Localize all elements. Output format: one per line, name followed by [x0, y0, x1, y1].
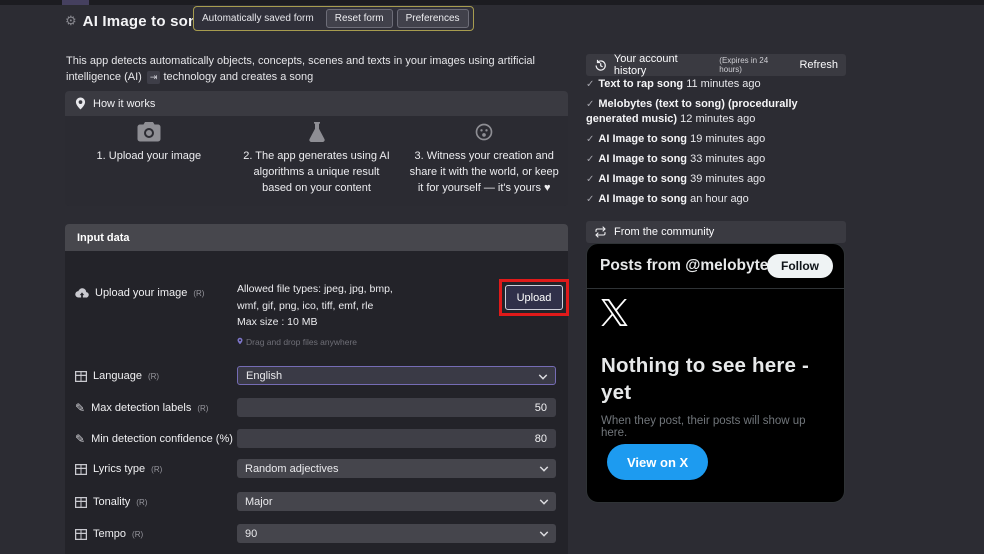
input-data-header: Input data — [65, 224, 568, 251]
check-icon: ✓ — [586, 194, 595, 205]
map-pin-icon — [75, 97, 86, 110]
pencil-icon: ✎ — [75, 401, 86, 415]
history-item[interactable]: ✓ AI Image to song 39 minutes ago — [586, 172, 848, 187]
upload-image-label: Upload your image (R) — [75, 287, 204, 299]
autosave-form-group: Automatically saved form Reset form Pref… — [193, 6, 474, 31]
grid-icon — [75, 496, 87, 508]
pencil-icon: ✎ — [75, 432, 86, 446]
step-share: 3. Witness your creation and share it wi… — [400, 116, 568, 206]
follow-button[interactable]: Follow — [767, 254, 833, 278]
astonished-face-icon — [408, 122, 560, 146]
allowed-file-types: Allowed file types: jpeg, jpg, bmp, wmf,… — [237, 281, 417, 331]
input-data-panel: Input data Upload your image (R) Allowed… — [65, 224, 569, 554]
tonality-select[interactable]: Major — [237, 492, 556, 511]
grid-icon — [75, 370, 87, 382]
ai-image-to-song-page: ⚙ AI Image to song Automatically saved f… — [0, 0, 984, 554]
history-item[interactable]: ✓ AI Image to song 33 minutes ago — [586, 152, 848, 167]
expires-note: (Expires in 24 hours) — [719, 56, 769, 74]
embed-empty-title: Nothing to see here - yet — [601, 354, 810, 404]
language-select[interactable]: English — [237, 366, 556, 385]
upload-button[interactable]: Upload — [505, 285, 563, 310]
drop-pin-icon — [237, 337, 243, 347]
chevron-down-icon — [539, 497, 549, 509]
input-data-body: Upload your image (R) Allowed file types… — [65, 251, 569, 554]
field-row-min-detection-confidence: ✎ Min detection confidence (%) (R) 80 — [65, 429, 568, 449]
field-row-language: Language (R) English — [65, 366, 568, 386]
account-history-list: ✓ Text to rap song 11 minutes ago ✓ Meloby… — [586, 77, 848, 212]
check-icon: ✓ — [586, 174, 595, 185]
history-icon — [595, 59, 606, 71]
x-logo-icon — [601, 299, 628, 326]
preferences-button[interactable]: Preferences — [396, 9, 469, 28]
grid-icon — [75, 463, 87, 475]
tempo-select[interactable]: 90 — [237, 524, 556, 543]
embed-empty-subtitle: When they post, their posts will show up… — [601, 415, 806, 439]
field-row-tempo: Tempo (R) 90 — [65, 524, 568, 544]
app-header: ⚙ AI Image to song — [65, 8, 207, 34]
chevron-down-icon — [539, 529, 549, 541]
top-tab-marker — [62, 0, 89, 5]
max-detection-labels-input[interactable]: 50 — [237, 398, 556, 417]
lyrics-type-select[interactable]: Random adjectives — [237, 459, 556, 478]
step-caption: 1. Upload your image — [96, 150, 202, 162]
how-it-works-header[interactable]: How it works — [65, 91, 568, 116]
check-icon: ✓ — [586, 79, 595, 90]
retweet-icon — [595, 226, 606, 238]
step-upload: 1. Upload your image — [65, 116, 233, 206]
account-history-header: Your account history (Expires in 24 hour… — [586, 53, 846, 77]
how-it-works-label: How it works — [93, 97, 156, 110]
step-generate: 2. The app generates using AI algorithms… — [233, 116, 401, 206]
history-item[interactable]: ✓ AI Image to song 19 minutes ago — [586, 132, 848, 147]
x-timeline-embed: Posts from @melobytes Follow Nothing to … — [586, 243, 845, 503]
history-item[interactable]: ✓ AI Image to song an hour ago — [586, 192, 848, 207]
gear-icon: ⚙ — [65, 13, 77, 28]
grid-icon — [75, 528, 87, 540]
page-title: AI Image to song — [82, 12, 207, 30]
steps-row: 1. Upload your image 2. The app generate… — [65, 116, 568, 206]
skip-indicator-icon: ⇥ — [146, 70, 161, 84]
refresh-link[interactable]: Refresh — [799, 59, 838, 71]
max-size-text: Max size : 10 MB — [237, 316, 318, 328]
flask-icon — [241, 122, 393, 146]
check-icon: ✓ — [586, 99, 595, 110]
min-detection-confidence-input[interactable]: 80 — [237, 429, 556, 448]
chevron-down-icon — [539, 464, 549, 476]
check-icon: ✓ — [586, 134, 595, 145]
app-description: This app detects automatically objects, … — [66, 53, 571, 85]
step-caption: 3. Witness your creation and share it wi… — [409, 150, 559, 194]
community-header: From the community — [586, 221, 846, 243]
step-caption: 2. The app generates using AI algorithms… — [243, 150, 390, 194]
drag-drop-hint: Drag and drop files anywhere — [237, 337, 357, 347]
top-strip — [0, 0, 984, 5]
account-history-title: Your account history — [613, 53, 678, 77]
allowed-types-text: Allowed file types: jpeg, jpg, bmp, wmf,… — [237, 283, 393, 312]
embed-heading: Posts from @melobytes — [600, 257, 778, 274]
camera-icon — [73, 122, 225, 146]
chevron-down-icon — [538, 372, 548, 384]
cloud-upload-icon — [75, 287, 89, 299]
community-title: From the community — [614, 226, 715, 238]
reset-form-button[interactable]: Reset form — [325, 9, 393, 28]
autosave-label: Automatically saved form — [202, 13, 314, 24]
history-item[interactable]: ✓ Melobytes (text to song) (procedurally … — [586, 97, 848, 127]
field-row-max-detection-labels: ✎ Max detection labels (R) 50 — [65, 398, 568, 418]
field-row-tonality: Tonality (R) Major — [65, 492, 568, 512]
history-item[interactable]: ✓ Text to rap song 11 minutes ago — [586, 77, 848, 92]
check-icon: ✓ — [586, 154, 595, 165]
description-text-2: technology and creates a song — [163, 71, 314, 83]
view-on-x-button[interactable]: View on X — [607, 444, 709, 480]
divider — [587, 288, 844, 289]
field-row-lyrics-type: Lyrics type (R) Random adjectives — [65, 459, 568, 479]
